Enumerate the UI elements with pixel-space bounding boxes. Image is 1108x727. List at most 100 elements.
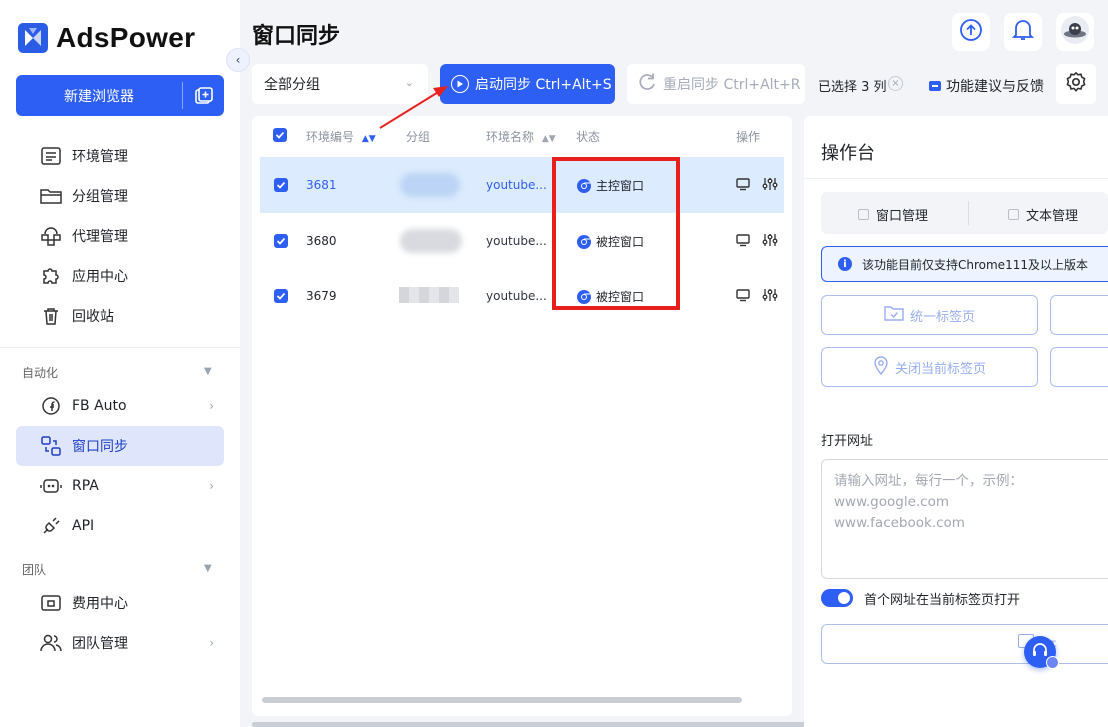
url-input[interactable]: 请输入网址，每行一个，示例： www.google.com www.facebo… bbox=[821, 459, 1108, 579]
restart-sync-label: 重启同步 Ctrl+Alt+R bbox=[663, 77, 801, 93]
table-row[interactable]: 3679 youtube... 被控窗口 bbox=[260, 269, 784, 325]
monitor-icon[interactable] bbox=[736, 288, 750, 306]
sort-icon[interactable]: ▲▼ bbox=[362, 134, 376, 144]
column-header-name[interactable]: 环境名称 ▲▼ bbox=[486, 128, 556, 145]
bell-icon bbox=[1011, 18, 1035, 46]
profile-name[interactable]: youtube... bbox=[486, 178, 547, 192]
profile-name[interactable]: youtube... bbox=[486, 289, 547, 303]
fb-auto-icon bbox=[40, 395, 62, 417]
chevron-right-icon: › bbox=[209, 636, 214, 650]
tab-window-management[interactable]: 窗口管理 bbox=[858, 205, 928, 224]
proxy-icon bbox=[40, 225, 62, 247]
trash-icon bbox=[40, 305, 62, 327]
support-badge-icon bbox=[1046, 656, 1059, 669]
sidebar-item-env[interactable]: 环境管理 bbox=[16, 136, 224, 176]
sidebar-item-window-sync[interactable]: 窗口同步 bbox=[16, 426, 224, 466]
profile-id[interactable]: 3679 bbox=[306, 289, 337, 303]
profile-id[interactable]: 3680 bbox=[306, 234, 337, 248]
chevron-down-icon: ⌄ bbox=[404, 76, 414, 89]
sidebar-item-proxy[interactable]: 代理管理 bbox=[16, 216, 224, 256]
sort-icon[interactable]: ▲▼ bbox=[542, 134, 556, 144]
gear-icon bbox=[1065, 71, 1087, 97]
sidebar-item-label: 分组管理 bbox=[72, 189, 128, 205]
column-header-id[interactable]: 环境编号 ▲▼ bbox=[306, 128, 376, 145]
table-horizontal-scrollbar[interactable] bbox=[262, 697, 742, 703]
console-title: 操作台 bbox=[821, 143, 875, 164]
new-browser-label: 新建浏览器 bbox=[64, 88, 134, 105]
upload-icon bbox=[959, 18, 983, 46]
sidebar-item-rpa[interactable]: RPA › bbox=[16, 466, 224, 506]
sidebar-item-label: 窗口同步 bbox=[72, 439, 128, 455]
chevron-right-icon: › bbox=[209, 399, 214, 413]
new-browser-button[interactable]: 新建浏览器 bbox=[16, 75, 224, 116]
robot-icon bbox=[40, 475, 62, 497]
monitor-icon[interactable] bbox=[736, 177, 750, 195]
url-placeholder-line: www.google.com bbox=[834, 494, 950, 510]
sidebar-item-label: RPA bbox=[72, 478, 99, 494]
sidebar-item-billing[interactable]: 费用中心 bbox=[16, 583, 224, 623]
url-label: 打开网址 bbox=[821, 434, 874, 449]
caret-down-icon[interactable]: ▼ bbox=[204, 563, 212, 574]
sidebar-item-fb-auto[interactable]: FB Auto › bbox=[16, 386, 224, 426]
sidebar-divider bbox=[0, 347, 240, 348]
sliders-icon[interactable] bbox=[762, 287, 778, 307]
toggle-label: 首个网址在当前标签页打开 bbox=[864, 593, 1021, 608]
sidebar-item-trash[interactable]: 回收站 bbox=[16, 296, 224, 336]
restart-sync-button[interactable]: 重启同步 Ctrl+Alt+R bbox=[627, 64, 805, 104]
table-row[interactable]: 3681 youtube... 主控窗口 bbox=[260, 157, 784, 213]
sidebar-item-group[interactable]: 分组管理 bbox=[16, 176, 224, 216]
column-header-status: 状态 bbox=[576, 130, 601, 144]
sidebar-item-apps[interactable]: 应用中心 bbox=[16, 256, 224, 296]
profile-id[interactable]: 3681 bbox=[306, 178, 337, 192]
group-blurred bbox=[400, 229, 462, 253]
url-placeholder-line: www.facebook.com bbox=[834, 515, 965, 531]
sidebar-item-label: 代理管理 bbox=[72, 229, 128, 245]
refresh-icon bbox=[637, 72, 657, 96]
unify-tabs-button[interactable]: 统一标签页 bbox=[821, 295, 1038, 335]
column-header-group: 分组 bbox=[406, 130, 431, 144]
wallet-icon bbox=[40, 592, 62, 614]
group-pixelated bbox=[399, 287, 459, 303]
close-current-tab-button[interactable]: 关闭当前标签页 bbox=[821, 347, 1038, 387]
profile-name[interactable]: youtube... bbox=[486, 234, 547, 248]
sidebar-item-api[interactable]: API bbox=[16, 506, 224, 546]
chevron-right-icon: › bbox=[209, 479, 214, 493]
tab-text-management[interactable]: 文本管理 bbox=[1008, 205, 1078, 224]
row-checkbox[interactable] bbox=[274, 289, 288, 303]
select-all-checkbox[interactable] bbox=[273, 128, 287, 142]
sliders-icon[interactable] bbox=[762, 232, 778, 252]
monitor-icon[interactable] bbox=[736, 233, 750, 251]
collapse-sidebar-button[interactable]: ‹ bbox=[226, 48, 250, 72]
console-button-hidden-2[interactable] bbox=[1050, 347, 1108, 387]
sidebar-item-label: 环境管理 bbox=[72, 149, 128, 165]
table-row[interactable]: 3680 youtube... 被控窗口 bbox=[260, 213, 784, 269]
message-icon bbox=[929, 81, 941, 91]
app-logo[interactable]: AdsPower bbox=[18, 22, 195, 54]
row-checkbox[interactable] bbox=[274, 234, 288, 248]
console-button-hidden-1[interactable] bbox=[1050, 295, 1108, 335]
sidebar-item-label: 团队管理 bbox=[72, 636, 128, 652]
avatar-icon bbox=[1060, 15, 1090, 49]
adspower-logo-icon bbox=[18, 23, 48, 53]
sliders-icon[interactable] bbox=[762, 176, 778, 196]
start-sync-button[interactable]: 启动同步 Ctrl+Alt+S bbox=[440, 64, 615, 104]
sidebar-item-team[interactable]: 团队管理 › bbox=[16, 623, 224, 663]
caret-down-icon[interactable]: ▼ bbox=[204, 366, 212, 377]
open-urls-button[interactable]: 开 bbox=[821, 624, 1108, 664]
settings-button[interactable] bbox=[1056, 64, 1096, 104]
open-in-current-tab-toggle[interactable] bbox=[821, 589, 853, 607]
user-avatar-button[interactable] bbox=[1056, 13, 1094, 51]
new-browser-add-icon[interactable] bbox=[183, 75, 224, 116]
plug-icon bbox=[40, 515, 62, 537]
tab-separator bbox=[968, 201, 969, 225]
document-icon bbox=[1008, 209, 1019, 220]
info-icon: i bbox=[838, 257, 852, 271]
section-team: 团队 bbox=[22, 563, 47, 577]
group-select[interactable]: 全部分组 ⌄ bbox=[252, 64, 428, 104]
clear-selection-icon[interactable]: × bbox=[888, 76, 903, 91]
notifications-button[interactable] bbox=[1004, 13, 1042, 51]
page-title: 窗口同步 bbox=[252, 24, 341, 49]
feedback-link[interactable]: 功能建议与反馈 bbox=[929, 76, 1044, 96]
row-checkbox[interactable] bbox=[274, 178, 288, 192]
upgrade-button[interactable] bbox=[952, 13, 990, 51]
